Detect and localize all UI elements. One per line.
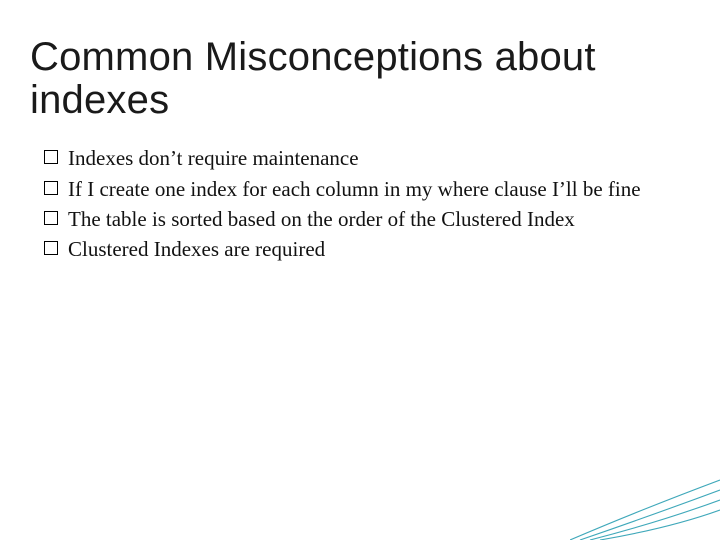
list-item: If I create one index for each column in… [44, 175, 686, 203]
slide-title: Common Misconceptions about indexes [30, 36, 686, 122]
decorative-corner-bottom [570, 420, 720, 540]
bullet-list: Indexes don’t require maintenance If I c… [30, 144, 686, 263]
slide-content: Common Misconceptions about indexes Inde… [0, 0, 720, 264]
list-item: The table is sorted based on the order o… [44, 205, 686, 233]
list-item: Indexes don’t require maintenance [44, 144, 686, 172]
list-item: Clustered Indexes are required [44, 235, 686, 263]
